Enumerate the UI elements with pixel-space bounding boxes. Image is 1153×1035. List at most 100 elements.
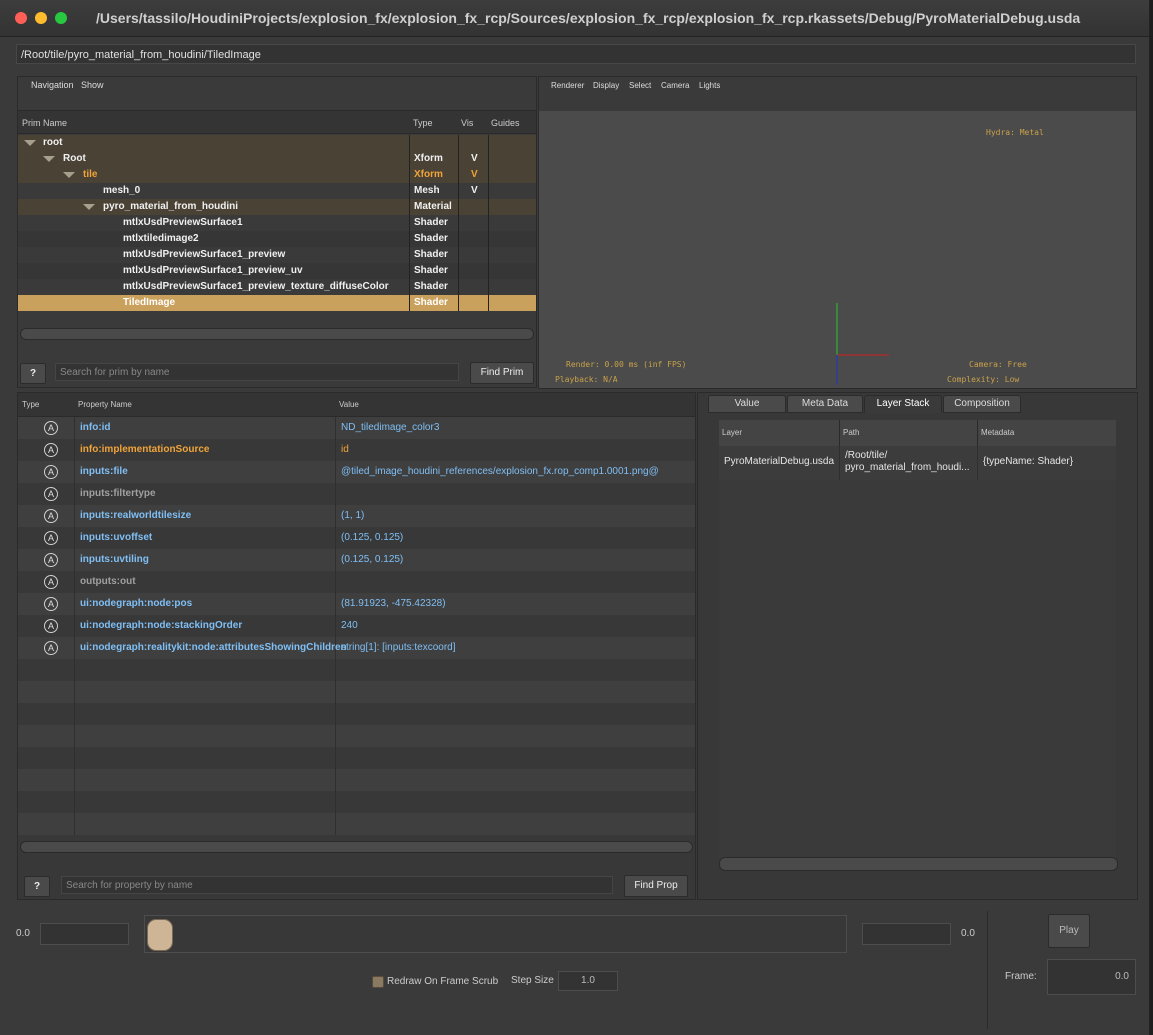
expand-triangle-icon[interactable] xyxy=(83,204,95,210)
menu-display[interactable]: Display xyxy=(593,81,619,90)
empty-row xyxy=(18,747,695,769)
layer-table-header: Layer Path Metadata xyxy=(719,420,1116,446)
property-row[interactable]: Ainfo:implementationSource id xyxy=(18,439,695,461)
property-value: string[1]: [inputs:texcoord] xyxy=(341,642,456,653)
attribute-icon: A xyxy=(44,443,58,457)
column-layer[interactable]: Layer xyxy=(722,428,742,437)
tree-row-root[interactable]: root xyxy=(18,135,536,151)
prim-name: pyro_material_from_houdini xyxy=(103,201,239,212)
menu-renderer[interactable]: Renderer xyxy=(551,81,584,90)
empty-row xyxy=(18,725,695,747)
menu-camera[interactable]: Camera xyxy=(661,81,689,90)
property-row[interactable]: Ainfo:id ND_tiledimage_color3 xyxy=(18,417,695,439)
attribute-icon: A xyxy=(44,641,58,655)
tree-row-shader[interactable]: mtlxUsdPreviewSurface1_preview_texture_d… xyxy=(18,279,536,295)
property-value: (0.125, 0.125) xyxy=(341,532,404,543)
tree-row-mesh_0[interactable]: mesh_0 Mesh V xyxy=(18,183,536,199)
prim-path-field[interactable]: /Root/tile/pyro_material_from_houdini/Ti… xyxy=(16,44,1136,64)
find-prop-button[interactable]: Find Prop xyxy=(624,875,688,897)
prim-vis-toggle[interactable]: V xyxy=(471,151,478,167)
tab-composition[interactable]: Composition xyxy=(943,395,1021,413)
attribute-icon: A xyxy=(44,487,58,501)
column-prim-name[interactable]: Prim Name xyxy=(22,118,67,128)
property-row[interactable]: Aui:nodegraph:node:stackingOrder 240 xyxy=(18,615,695,637)
prim-vis-toggle[interactable]: V xyxy=(471,167,478,183)
prim-browser-panel: Navigation Show Prim Name Type Vis Guide… xyxy=(17,76,537,388)
prim-help-button[interactable]: ? xyxy=(20,363,46,384)
column-guides[interactable]: Guides xyxy=(491,118,520,128)
render-stats: Render: 0.00 ms (inf FPS) xyxy=(566,360,687,369)
viewport-canvas[interactable]: Hydra: Metal Render: 0.00 ms (inf FPS) P… xyxy=(539,111,1136,388)
frame-input[interactable]: 0.0 xyxy=(1047,959,1136,995)
tree-row-Root[interactable]: Root Xform V xyxy=(18,151,536,167)
tree-row-tile[interactable]: tile Xform V xyxy=(18,167,536,183)
attribute-icon: A xyxy=(44,619,58,633)
find-prim-button[interactable]: Find Prim xyxy=(470,362,534,384)
layer-path-line2: pyro_material_from_houdi... xyxy=(845,462,970,473)
close-window-button[interactable] xyxy=(15,12,27,24)
property-row[interactable]: Aui:nodegraph:node:pos (81.91923, -475.42… xyxy=(18,593,695,615)
column-type[interactable]: Type xyxy=(22,400,39,409)
tree-row-shader[interactable]: mtlxUsdPreviewSurface1_preview_uv Shader xyxy=(18,263,536,279)
layer-name: PyroMaterialDebug.usda xyxy=(724,456,835,467)
maximize-window-button[interactable] xyxy=(55,12,67,24)
layer-stack-scrollbar[interactable] xyxy=(719,857,1118,871)
frame-slider[interactable] xyxy=(144,915,847,953)
tree-row-shader[interactable]: mtlxUsdPreviewSurface1_preview Shader xyxy=(18,247,536,263)
slider-handle[interactable] xyxy=(147,919,173,951)
property-value: @tiled_image_houdini_references/explosio… xyxy=(341,466,659,477)
prim-name: Root xyxy=(63,153,86,164)
expand-triangle-icon[interactable] xyxy=(43,156,55,162)
property-row[interactable]: Aoutputs:out xyxy=(18,571,695,593)
attribute-icon: A xyxy=(44,465,58,479)
property-row[interactable]: Ainputs:uvtiling (0.125, 0.125) xyxy=(18,549,695,571)
tree-row-selected[interactable]: TiledImage Shader xyxy=(18,295,536,311)
tree-row-shader[interactable]: mtlxUsdPreviewSurface1 Shader xyxy=(18,215,536,231)
minimize-window-button[interactable] xyxy=(35,12,47,24)
prim-search-input[interactable]: Search for prim by name xyxy=(55,363,459,381)
tab-meta-data[interactable]: Meta Data xyxy=(787,395,863,413)
property-help-button[interactable]: ? xyxy=(24,876,50,897)
tab-layer-stack[interactable]: Layer Stack xyxy=(864,395,942,413)
tab-value[interactable]: Value xyxy=(708,395,786,413)
menu-lights[interactable]: Lights xyxy=(699,81,720,90)
column-metadata[interactable]: Metadata xyxy=(981,428,1014,437)
prim-vis-toggle[interactable]: V xyxy=(471,183,478,199)
start-frame-input[interactable] xyxy=(40,923,129,945)
property-row[interactable]: Ainputs:realworldtilesize (1, 1) xyxy=(18,505,695,527)
property-name: ui:nodegraph:node:pos xyxy=(80,598,193,609)
end-frame-input[interactable] xyxy=(862,923,951,945)
play-button[interactable]: Play xyxy=(1048,914,1090,948)
tree-row-shader[interactable]: mtlxtiledimage2 Shader xyxy=(18,231,536,247)
menu-navigation[interactable]: Navigation xyxy=(31,80,74,90)
playback-stats: Playback: N/A xyxy=(555,375,618,384)
prim-name: tile xyxy=(83,169,98,180)
column-value[interactable]: Value xyxy=(339,400,359,409)
column-property-name[interactable]: Property Name xyxy=(78,400,132,409)
prim-tree-header: Prim Name Type Vis Guides xyxy=(18,110,536,134)
attribute-icon: A xyxy=(44,531,58,545)
expand-triangle-icon[interactable] xyxy=(24,140,36,146)
menu-show[interactable]: Show xyxy=(81,80,104,90)
attribute-icon: A xyxy=(44,421,58,435)
property-search-input[interactable]: Search for property by name xyxy=(61,876,613,894)
property-table-scrollbar[interactable] xyxy=(20,841,693,853)
column-vis[interactable]: Vis xyxy=(461,118,473,128)
property-row[interactable]: Ainputs:file @tiled_image_houdini_referen… xyxy=(18,461,695,483)
redraw-checkbox[interactable] xyxy=(372,976,384,988)
property-row[interactable]: Ainputs:filtertype xyxy=(18,483,695,505)
expand-triangle-icon[interactable] xyxy=(63,172,75,178)
step-size-input[interactable]: 1.0 xyxy=(558,971,618,991)
menu-select[interactable]: Select xyxy=(629,81,651,90)
property-name: inputs:uvtiling xyxy=(80,554,149,565)
property-row[interactable]: Aui:nodegraph:realitykit:node:attributes… xyxy=(18,637,695,659)
tree-row-pyro-material[interactable]: pyro_material_from_houdini Material xyxy=(18,199,536,215)
end-frame-label: 0.0 xyxy=(961,928,975,939)
column-type[interactable]: Type xyxy=(413,118,433,128)
property-table: Ainfo:id ND_tiledimage_color3 Ainfo:implem… xyxy=(18,417,695,835)
prim-tree-scrollbar[interactable] xyxy=(20,328,534,340)
column-path[interactable]: Path xyxy=(843,428,859,437)
property-row[interactable]: Ainputs:uvoffset (0.125, 0.125) xyxy=(18,527,695,549)
property-panel: Type Property Name Value Ainfo:id ND_tile… xyxy=(17,392,696,900)
layer-row[interactable]: PyroMaterialDebug.usda /Root/tile/ pyro_… xyxy=(719,446,1116,480)
